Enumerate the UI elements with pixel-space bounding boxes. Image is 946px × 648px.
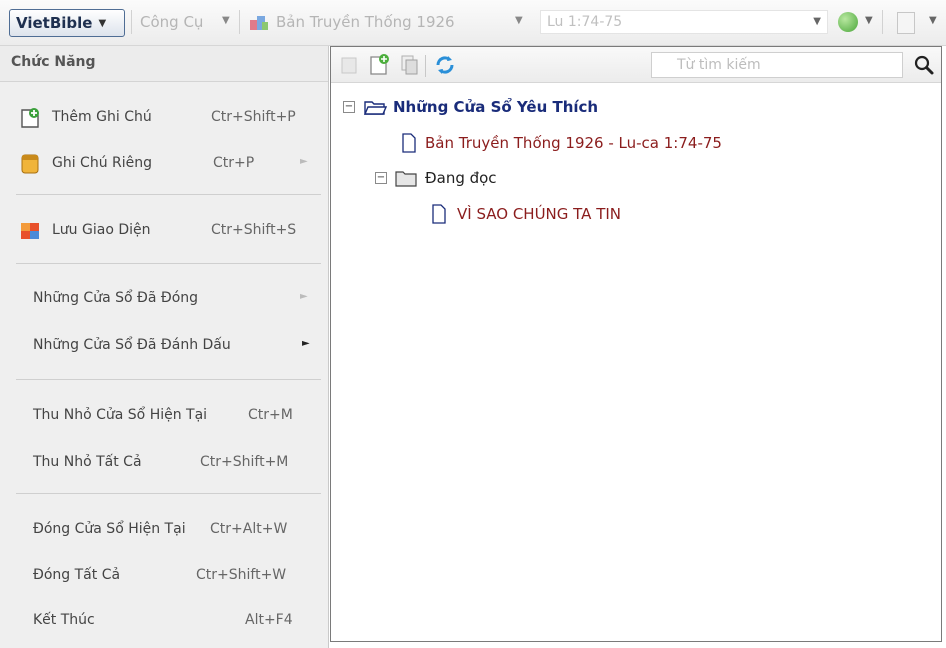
favorites-pane: Từ tìm kiếm − Những Cửa Sổ Yêu Thích Bản…	[330, 46, 942, 642]
menu-item-minimize-current[interactable]: Thu Nhỏ Cửa Sổ Hiện Tại Ctr+M	[0, 399, 329, 433]
menu-item-close-current[interactable]: Đóng Cửa Sổ Hiện Tại Ctr+Alt+W	[0, 513, 329, 547]
bible-version-icon	[250, 16, 268, 30]
reference-input[interactable]: Lu 1:74-75 ▼	[540, 10, 828, 34]
menu-divider	[16, 493, 321, 494]
copy-icon[interactable]	[397, 53, 421, 77]
navigate-icon[interactable]	[838, 12, 858, 32]
pane-toolbar: Từ tìm kiếm	[331, 47, 941, 83]
toolbar-divider	[239, 10, 240, 34]
search-input[interactable]: Từ tìm kiếm	[651, 52, 903, 78]
blank-icon[interactable]	[339, 55, 359, 75]
chevron-down-icon[interactable]: ▼	[929, 15, 937, 26]
menu-divider	[16, 379, 321, 380]
menu-item-shortcut: Ctr+Shift+S	[211, 222, 297, 238]
chevron-down-icon[interactable]: ▼	[515, 15, 523, 26]
menu-item-minimize-all[interactable]: Thu Nhỏ Tất Cả Ctr+Shift+M	[0, 446, 329, 480]
menu-item-shortcut: Ctr+Alt+W	[210, 521, 288, 537]
chevron-down-icon: ▼	[98, 17, 107, 29]
collapse-icon[interactable]: −	[343, 101, 355, 113]
bible-version-select[interactable]: Bản Truyền Thống 1926	[276, 13, 455, 31]
new-note-icon[interactable]	[367, 53, 391, 77]
tree-item-label: VÌ SAO CHÚNG TA TIN	[457, 205, 622, 223]
search-icon[interactable]	[913, 54, 935, 76]
menu-item-label: Thu Nhỏ Cửa Sổ Hiện Tại	[33, 407, 208, 423]
menu-divider	[16, 194, 321, 195]
toolbar-divider	[131, 10, 132, 34]
tree-root-label: Những Cửa Sổ Yêu Thích	[393, 98, 599, 116]
menu-item-label: Đóng Cửa Sổ Hiện Tại	[33, 521, 186, 537]
submenu-arrow-icon: ►	[302, 338, 310, 349]
menu-item-label: Kết Thúc	[33, 612, 95, 628]
toolbar-divider	[425, 55, 426, 77]
add-note-icon	[21, 108, 39, 128]
vietbible-label: VietBible	[16, 14, 93, 32]
menu-item-label: Đóng Tất Cả	[33, 567, 121, 583]
menu-header: Chức Năng	[0, 46, 328, 82]
tree-item-document[interactable]: Bản Truyền Thống 1926 - Lu-ca 1:74-75	[401, 133, 722, 153]
menu-item-shortcut: Ctr+Shift+P	[211, 109, 296, 125]
folder-icon	[395, 171, 417, 187]
notebook-icon	[21, 154, 39, 174]
chevron-down-icon[interactable]: ▼	[222, 15, 230, 26]
menu-item-shortcut: Alt+F4	[245, 612, 293, 628]
collapse-icon[interactable]: −	[375, 172, 387, 184]
menu-item-add-note[interactable]: Thêm Ghi Chú Ctr+Shift+P	[0, 101, 329, 135]
function-menu: Chức Năng Thêm Ghi Chú Ctr+Shift+P Ghi C…	[0, 46, 329, 648]
menu-item-label: Những Cửa Sổ Đã Đánh Dấu	[33, 337, 231, 353]
tree-folder-reading[interactable]: − Đang đọc	[375, 169, 497, 187]
reference-value: Lu 1:74-75	[547, 14, 623, 30]
tools-menu[interactable]: Công Cụ	[140, 13, 203, 31]
menu-item-save-layout[interactable]: Lưu Giao Diện Ctr+Shift+S	[0, 214, 329, 248]
folder-open-icon	[363, 101, 387, 115]
submenu-arrow-icon: ►	[300, 156, 308, 167]
menu-item-label: Lưu Giao Diện	[52, 222, 151, 238]
vietbible-menu-button[interactable]: VietBible ▼	[9, 9, 125, 37]
tree-item-document[interactable]: VÌ SAO CHÚNG TA TIN	[431, 204, 621, 224]
menu-item-shortcut: Ctr+Shift+M	[200, 454, 289, 470]
menu-item-bookmarked-windows[interactable]: Những Cửa Sổ Đã Đánh Dấu ►	[0, 329, 329, 363]
menu-item-label: Thu Nhỏ Tất Cả	[33, 454, 142, 470]
top-toolbar: VietBible ▼ Công Cụ ▼ Bản Truyền Thống 1…	[0, 0, 946, 46]
menu-item-exit[interactable]: Kết Thúc Alt+F4	[0, 604, 329, 638]
menu-item-private-note[interactable]: Ghi Chú Riêng Ctr+P ►	[0, 147, 329, 181]
tree-folder-label: Đang đọc	[425, 169, 497, 187]
menu-item-shortcut: Ctr+P	[213, 155, 255, 171]
menu-item-shortcut: Ctr+M	[248, 407, 293, 423]
tree-item-label: Bản Truyền Thống 1926 - Lu-ca 1:74-75	[425, 134, 722, 152]
menu-item-label: Những Cửa Sổ Đã Đóng	[33, 290, 199, 306]
tree-root-favorites[interactable]: − Những Cửa Sổ Yêu Thích	[343, 98, 598, 116]
toolbar-divider	[882, 10, 883, 34]
menu-item-label: Thêm Ghi Chú	[52, 109, 152, 125]
menu-item-closed-windows[interactable]: Những Cửa Sổ Đã Đóng ►	[0, 282, 329, 316]
chevron-down-icon[interactable]: ▼	[813, 16, 821, 27]
menu-item-shortcut: Ctr+Shift+W	[196, 567, 287, 583]
submenu-arrow-icon: ►	[300, 291, 308, 302]
document-icon	[402, 133, 416, 153]
save-layout-icon	[21, 223, 39, 239]
menu-divider	[16, 263, 321, 264]
document-icon[interactable]	[897, 12, 915, 34]
chevron-down-icon[interactable]: ▼	[865, 15, 873, 26]
menu-item-close-all[interactable]: Đóng Tất Cả Ctr+Shift+W	[0, 559, 329, 593]
refresh-icon[interactable]	[433, 53, 457, 77]
menu-item-label: Ghi Chú Riêng	[52, 155, 153, 171]
search-placeholder: Từ tìm kiếm	[677, 57, 761, 73]
document-icon	[432, 204, 446, 224]
